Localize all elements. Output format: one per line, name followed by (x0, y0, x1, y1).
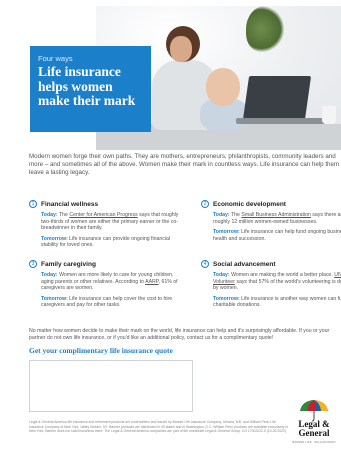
source-link[interactable]: AARP (145, 279, 158, 285)
way-title: Economic development (213, 200, 286, 208)
page-title: Life insurance helps women make their ma… (38, 64, 143, 109)
logo-wordmark: Legal & General (298, 419, 330, 438)
way-social-advancement: 4 Social advancement Today: Women are ma… (201, 260, 341, 313)
way-title: Financial wellness (41, 200, 99, 208)
tomorrow-text: Tomorrow: Life insurance can help fund o… (213, 229, 341, 242)
number-badge: 2 (201, 200, 209, 208)
tomorrow-text: Tomorrow: Life insurance can help cover … (41, 295, 173, 309)
title-kicker: Four ways (38, 54, 73, 63)
title-line: make their mark (38, 93, 136, 108)
number-badge: 3 (29, 260, 37, 268)
quote-contact-box[interactable] (29, 360, 193, 412)
tomorrow-text: Tomorrow: Life insurance is another way … (213, 295, 341, 309)
number-badge: 4 (201, 260, 209, 268)
source-link[interactable]: Small Business Administration (241, 212, 310, 218)
number-badge: 1 (29, 200, 37, 208)
hero: Four ways Life insurance helps women mak… (0, 0, 341, 150)
logo-tagline: BANNER LIFE · WILLIAM PENN (292, 441, 336, 444)
legal-disclaimer: Legal & General America life insurance a… (29, 420, 289, 434)
legal-general-logo: Legal & General BANNER LIFE · WILLIAM PE… (290, 398, 338, 450)
intro-paragraph: Modern women forge their own paths. They… (29, 153, 340, 176)
source-link[interactable]: Center for American Progress (69, 212, 137, 218)
tomorrow-text: Tomorrow: Life insurance can provide ong… (41, 235, 171, 249)
title-line: helps women (38, 78, 113, 94)
title-line: Life insurance (38, 64, 121, 79)
today-text: Today: The Center for American Progress … (41, 212, 179, 232)
quote-heading: Get your complimentary life insurance qu… (29, 346, 173, 355)
way-title: Family caregiving (41, 260, 96, 268)
way-financial-wellness: 1 Financial wellness Today: The Center f… (29, 200, 179, 253)
title-box: Four ways Life insurance helps women mak… (30, 46, 151, 132)
today-text: Today: Women are more likely to care for… (41, 272, 178, 292)
closing-paragraph: No matter how women decide to make their… (29, 328, 330, 341)
today-text: Today: The Small Business Administration… (213, 212, 341, 225)
way-economic-development: 2 Economic development Today: The Small … (201, 200, 341, 246)
way-title: Social advancement (213, 260, 276, 268)
way-family-caregiving: 3 Family caregiving Today: Women are mor… (29, 260, 179, 313)
today-text: Today: Women are making the world a bett… (213, 272, 341, 292)
